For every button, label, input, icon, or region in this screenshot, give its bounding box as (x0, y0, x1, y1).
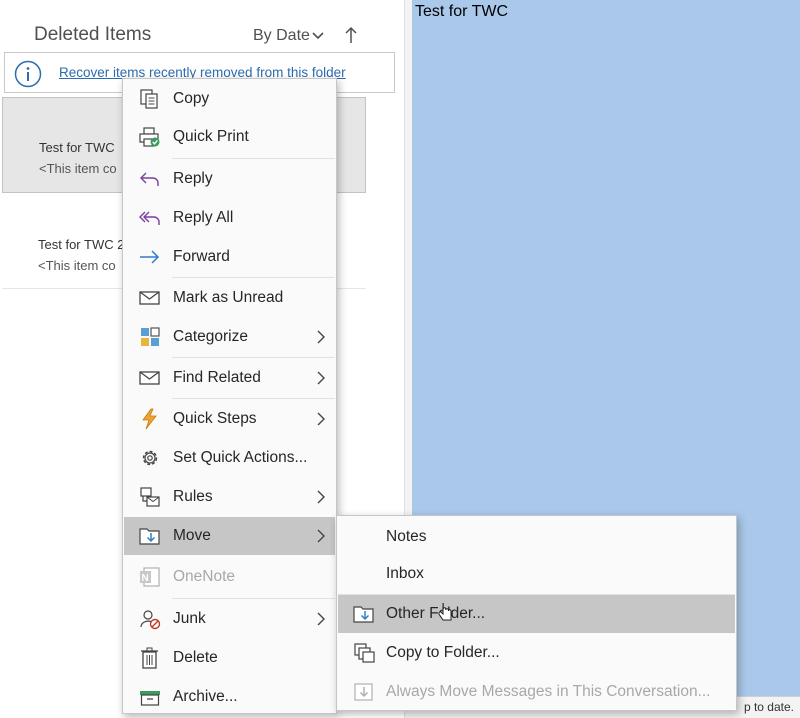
trash-icon (141, 647, 158, 669)
menu-item-mark-as-unread[interactable]: Mark as Unread (124, 279, 335, 317)
message-preview: <This item co (39, 161, 117, 176)
arrow-up-icon[interactable] (343, 25, 359, 45)
menu-item-label: Mark as Unread (173, 289, 284, 306)
lightning-icon (142, 408, 157, 430)
archive-icon (140, 691, 160, 706)
status-text: p to date. (743, 700, 794, 714)
submenu-item-copy-to-folder[interactable]: Copy to Folder... (338, 634, 735, 672)
chevron-right-icon (317, 371, 325, 385)
submenu-item-inbox[interactable]: Inbox (338, 555, 735, 593)
menu-item-label: Quick Print (173, 128, 249, 145)
quick-print-icon (139, 127, 160, 147)
categorize-icon (141, 327, 160, 346)
move-to-folder-icon (353, 606, 374, 623)
menu-item-label: Copy (173, 90, 210, 107)
menu-item-find-related[interactable]: Find Related (124, 359, 335, 397)
menu-item-set-quick-actions[interactable]: Set Quick Actions... (124, 439, 335, 477)
menu-item-label: Junk (173, 610, 206, 627)
menu-item-label: Move (173, 527, 211, 544)
envelope-icon (139, 291, 160, 305)
menu-item-quick-steps[interactable]: Quick Steps (124, 400, 335, 438)
menu-item-archive[interactable]: Archive... (124, 678, 335, 716)
menu-item-quick-print[interactable]: Quick Print (124, 118, 335, 156)
message-preview: <This item co (38, 258, 116, 273)
submenu-item-label: Always Move Messages in This Conversatio… (386, 683, 711, 700)
menu-separator (172, 158, 335, 159)
reply-icon (140, 172, 159, 186)
message-subject: Test for TWC 2 (38, 237, 125, 252)
chevron-right-icon (317, 412, 325, 426)
menu-item-delete[interactable]: Delete (124, 639, 335, 677)
menu-item-label: Set Quick Actions... (173, 449, 308, 466)
junk-icon (140, 610, 161, 630)
chevron-right-icon (317, 330, 325, 344)
menu-item-reply[interactable]: Reply (124, 160, 335, 198)
rules-icon (140, 487, 160, 507)
submenu-item-other-folder[interactable]: Other Folder... (338, 595, 735, 633)
menu-item-move[interactable]: Move (124, 517, 335, 555)
menu-item-categorize[interactable]: Categorize (124, 318, 335, 356)
submenu-item-label: Notes (386, 528, 427, 545)
chevron-down-icon[interactable] (311, 31, 325, 41)
menu-item-junk[interactable]: Junk (124, 600, 335, 638)
menu-item-label: Delete (173, 649, 218, 666)
submenu-item-label: Copy to Folder... (386, 644, 500, 661)
menu-item-label: Forward (173, 248, 230, 265)
menu-separator (172, 598, 335, 599)
menu-item-rules[interactable]: Rules (124, 478, 335, 516)
menu-item-label: Quick Steps (173, 410, 257, 427)
always-move-icon (354, 683, 373, 701)
menu-separator (172, 277, 335, 278)
menu-item-label: OneNote (173, 568, 236, 585)
chevron-right-icon (317, 612, 325, 626)
menu-item-label: Categorize (173, 328, 248, 345)
svg-text:N: N (142, 573, 149, 584)
menu-item-reply-all[interactable]: Reply All (124, 199, 335, 237)
reading-pane-subject: Test for TWC (415, 3, 509, 20)
menu-item-label: Find Related (173, 369, 261, 386)
context-menu: Copy Quick Print Reply Reply All Forward… (122, 78, 337, 714)
menu-item-label: Reply (173, 170, 213, 187)
folder-title: Deleted Items (34, 24, 152, 45)
menu-item-label: Rules (173, 488, 213, 505)
submenu-item-label: Other Folder... (386, 605, 486, 622)
move-submenu: Notes Inbox Other Folder... Copy to Fold… (336, 515, 737, 711)
info-icon (14, 60, 42, 88)
copy-to-folder-icon (354, 643, 375, 663)
find-related-icon (139, 371, 160, 385)
message-subject: Test for TWC (39, 140, 115, 155)
chevron-right-icon (317, 529, 325, 543)
move-icon (139, 528, 160, 545)
menu-item-label: Archive... (173, 688, 238, 705)
reply-all-icon (139, 211, 160, 225)
mouse-cursor-icon (438, 603, 452, 621)
submenu-item-label: Inbox (386, 565, 424, 582)
menu-item-label: Reply All (173, 209, 234, 226)
submenu-item-notes[interactable]: Notes (338, 518, 735, 556)
menu-item-onenote: N OneNote (124, 558, 335, 596)
forward-icon (140, 250, 160, 264)
submenu-item-always-move: Always Move Messages in This Conversatio… (338, 673, 735, 711)
menu-separator (172, 398, 335, 399)
menu-item-forward[interactable]: Forward (124, 238, 335, 276)
gear-icon (142, 450, 158, 466)
copy-icon (140, 89, 158, 109)
onenote-icon: N (140, 567, 160, 587)
menu-separator (172, 357, 335, 358)
chevron-right-icon (317, 490, 325, 504)
sort-by-button[interactable]: By Date (253, 27, 310, 45)
menu-item-copy[interactable]: Copy (124, 80, 335, 118)
